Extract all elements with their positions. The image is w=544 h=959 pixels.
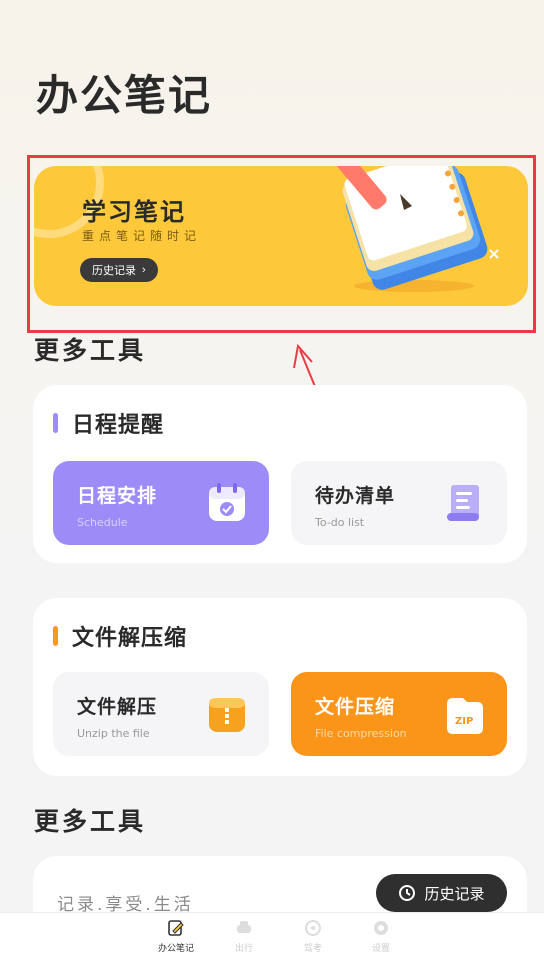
schedule-panel-header: 日程提醒 bbox=[53, 407, 164, 439]
section-title-more-tools: 更多工具 bbox=[34, 336, 147, 365]
panel-title: 文件解压缩 bbox=[72, 626, 188, 651]
panel-accent-bar bbox=[53, 626, 58, 646]
tab-travel[interactable]: 出行 bbox=[214, 919, 274, 954]
tab-label: 设置 bbox=[371, 944, 390, 954]
schedule-tile[interactable]: 日程安排 Schedule bbox=[53, 461, 269, 545]
car-icon bbox=[237, 921, 251, 933]
hero-history-button[interactable]: 历史记录 › bbox=[80, 258, 158, 282]
tab-office-notes[interactable]: 办公笔记 bbox=[146, 919, 206, 954]
zip-folder-icon: ZIP bbox=[447, 698, 483, 734]
tab-label: 驾考 bbox=[303, 944, 322, 954]
files-panel: 文件解压缩 文件解压 Unzip the file 文件压缩 File comp… bbox=[33, 598, 527, 776]
schedule-panel: 日程提醒 日程安排 Schedule 待办清单 To-do list bbox=[33, 385, 527, 563]
hero-history-label: 历史记录 bbox=[92, 265, 136, 277]
history-button-label: 历史记录 bbox=[424, 884, 485, 903]
hero-subtitle: 重点笔记随时记 bbox=[82, 229, 202, 243]
zip-box-icon bbox=[209, 698, 245, 732]
files-panel-header: 文件解压缩 bbox=[53, 620, 187, 652]
history-button[interactable]: 历史记录 bbox=[376, 874, 507, 912]
panel-accent-bar bbox=[53, 413, 58, 433]
steering-wheel-icon bbox=[305, 920, 321, 936]
unzip-tile[interactable]: 文件解压 Unzip the file bbox=[53, 672, 269, 756]
tab-settings[interactable]: 设置 bbox=[351, 919, 411, 954]
chevron-right-icon: › bbox=[142, 264, 146, 276]
bottom-tab-bar: 办公笔记 出行 驾考 设置 bbox=[0, 912, 544, 959]
study-notes-card[interactable]: 学习笔记 重点笔记随时记 历史记录 › bbox=[34, 166, 528, 306]
notebook-pencil-illustration bbox=[319, 166, 499, 292]
gear-icon bbox=[374, 921, 388, 935]
tab-driving-test[interactable]: 驾考 bbox=[283, 919, 343, 954]
section-title-more-tools-2: 更多工具 bbox=[34, 807, 147, 836]
panel-title: 日程提醒 bbox=[72, 413, 165, 438]
tab-label: 办公笔记 bbox=[157, 944, 194, 954]
scroll-list-icon bbox=[447, 485, 479, 521]
compress-tile[interactable]: 文件压缩 File compression ZIP bbox=[291, 672, 507, 756]
note-icon bbox=[168, 920, 184, 936]
hero-title: 学习笔记 bbox=[82, 198, 186, 226]
tab-label: 出行 bbox=[234, 944, 253, 954]
clock-history-icon bbox=[399, 885, 416, 901]
todo-tile[interactable]: 待办清单 To-do list bbox=[291, 461, 507, 545]
page-title: 办公笔记 bbox=[36, 71, 213, 120]
calendar-icon bbox=[209, 483, 245, 521]
svg-text:ZIP: ZIP bbox=[455, 716, 473, 727]
